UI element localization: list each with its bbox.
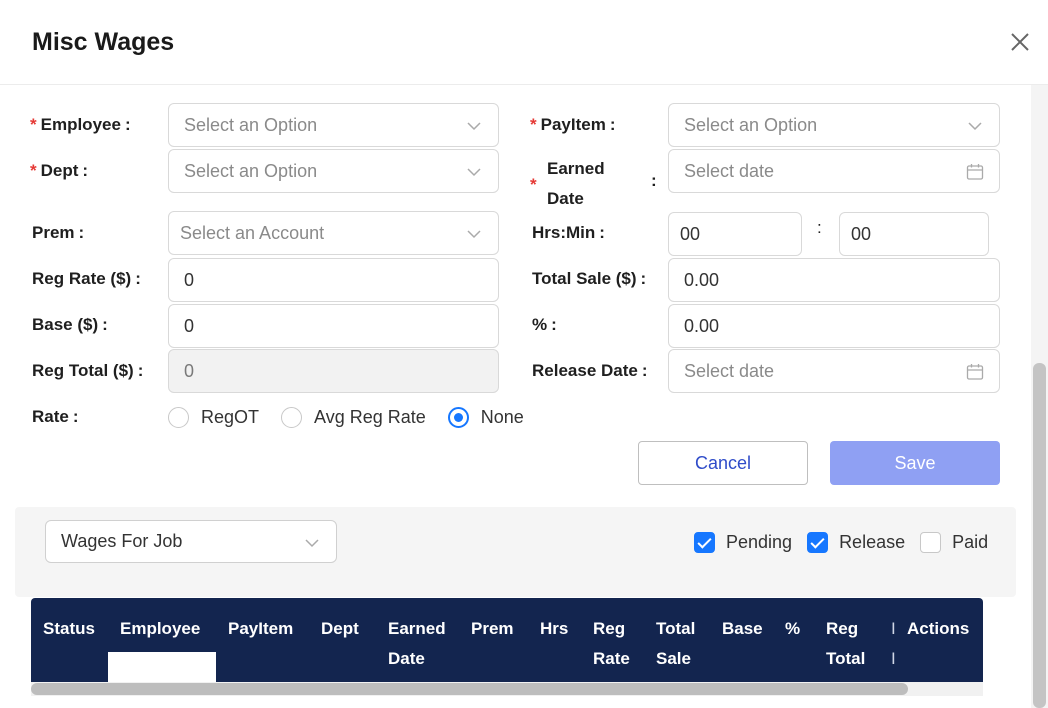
dialog-header: Misc Wages xyxy=(0,0,1048,85)
prem-label: Prem: xyxy=(32,223,85,242)
dialog-vertical-scrollbar[interactable] xyxy=(1033,363,1046,708)
column-header-total-sale[interactable]: Total Sale xyxy=(656,614,695,674)
save-button[interactable]: Save xyxy=(830,441,1000,485)
calendar-icon xyxy=(965,162,985,182)
column-header-dept[interactable]: Dept xyxy=(321,614,359,644)
wages-for-job-select[interactable]: Wages For Job xyxy=(45,520,337,563)
percent-input[interactable]: 0.00 xyxy=(668,304,1000,348)
column-header-status[interactable]: Status xyxy=(43,614,95,644)
chevron-down-icon xyxy=(965,116,985,136)
employee-label: * Employee: xyxy=(30,115,131,134)
release-date-picker[interactable]: Select date xyxy=(668,349,1000,393)
total-sale-label: Total Sale ($): xyxy=(532,269,647,288)
percent-label: %: xyxy=(532,315,557,334)
chevron-down-icon xyxy=(302,533,322,553)
dialog-title: Misc Wages xyxy=(32,28,175,56)
rate-label: Rate: xyxy=(32,407,79,426)
release-checkbox[interactable]: Release xyxy=(807,531,905,553)
employee-select[interactable]: Select an Option xyxy=(168,103,499,147)
column-header-base[interactable]: Base xyxy=(722,614,763,644)
status-filter-checkboxes: Pending Release Paid xyxy=(694,530,1003,554)
base-label: Base ($): xyxy=(32,315,108,334)
reg-rate-input[interactable]: 0 xyxy=(168,258,499,302)
column-header-reg-total[interactable]: Reg Total xyxy=(826,614,865,674)
rate-option-avg-reg-rate[interactable]: Avg Reg Rate xyxy=(281,406,426,428)
payitem-select[interactable]: Select an Option xyxy=(668,103,1000,147)
chevron-down-icon xyxy=(464,224,484,244)
table-horizontal-scrollbar[interactable] xyxy=(31,683,908,695)
radio-button xyxy=(281,406,303,428)
close-icon xyxy=(1011,33,1029,51)
hours-input[interactable]: 00 xyxy=(668,212,802,256)
cancel-button[interactable]: Cancel xyxy=(638,441,808,485)
chevron-down-icon xyxy=(464,162,484,182)
column-header-employee[interactable]: Employee xyxy=(120,614,200,644)
minutes-input[interactable]: 00 xyxy=(839,212,989,256)
column-header-earned-date[interactable]: Earned Date xyxy=(388,614,446,674)
chevron-down-icon xyxy=(464,116,484,136)
radio-button-selected xyxy=(447,406,469,428)
checkbox-checked xyxy=(807,531,829,553)
rate-radio-group: RegOT Avg Reg Rate None xyxy=(168,404,546,430)
base-input[interactable]: 0 xyxy=(168,304,499,348)
dept-label: * Dept: xyxy=(30,161,89,180)
earned-date-picker[interactable]: Select date xyxy=(668,149,1000,193)
employee-column-filter[interactable] xyxy=(108,652,216,682)
radio-button xyxy=(168,406,189,428)
checkbox-unchecked xyxy=(920,531,942,553)
close-button[interactable] xyxy=(1006,28,1034,56)
column-header-actions[interactable]: Actions xyxy=(907,614,969,644)
prem-select[interactable]: Select an Account xyxy=(168,211,499,255)
hrs-min-label: Hrs:Min: xyxy=(532,223,605,242)
reg-total-input: 0 xyxy=(168,349,499,393)
column-header-hrs[interactable]: Hrs xyxy=(540,614,568,644)
dept-select[interactable]: Select an Option xyxy=(168,149,499,193)
column-header-payitem[interactable]: PayItem xyxy=(228,614,293,644)
reg-total-label: Reg Total ($): xyxy=(32,361,144,380)
hrs-min-separator: : xyxy=(817,218,822,237)
total-sale-input[interactable]: 0.00 xyxy=(668,258,1000,302)
pending-checkbox[interactable]: Pending xyxy=(694,531,792,553)
calendar-icon xyxy=(965,362,985,382)
column-header-reg-rate[interactable]: Reg Rate xyxy=(593,614,630,674)
reg-rate-label: Reg Rate ($): xyxy=(32,269,141,288)
column-header-percent[interactable]: % xyxy=(785,614,800,644)
rate-option-none[interactable]: None xyxy=(447,406,524,428)
wages-table-header: Status Employee PayItem Dept Earned Date … xyxy=(31,598,983,682)
paid-checkbox[interactable]: Paid xyxy=(920,531,988,553)
column-header-truncated[interactable]: II xyxy=(891,614,896,674)
column-header-prem[interactable]: Prem xyxy=(471,614,514,644)
release-date-label: Release Date: xyxy=(532,361,648,380)
checkbox-checked xyxy=(694,531,715,553)
payitem-label: * PayItem: xyxy=(530,115,616,134)
rate-option-regot[interactable]: RegOT xyxy=(168,406,259,428)
